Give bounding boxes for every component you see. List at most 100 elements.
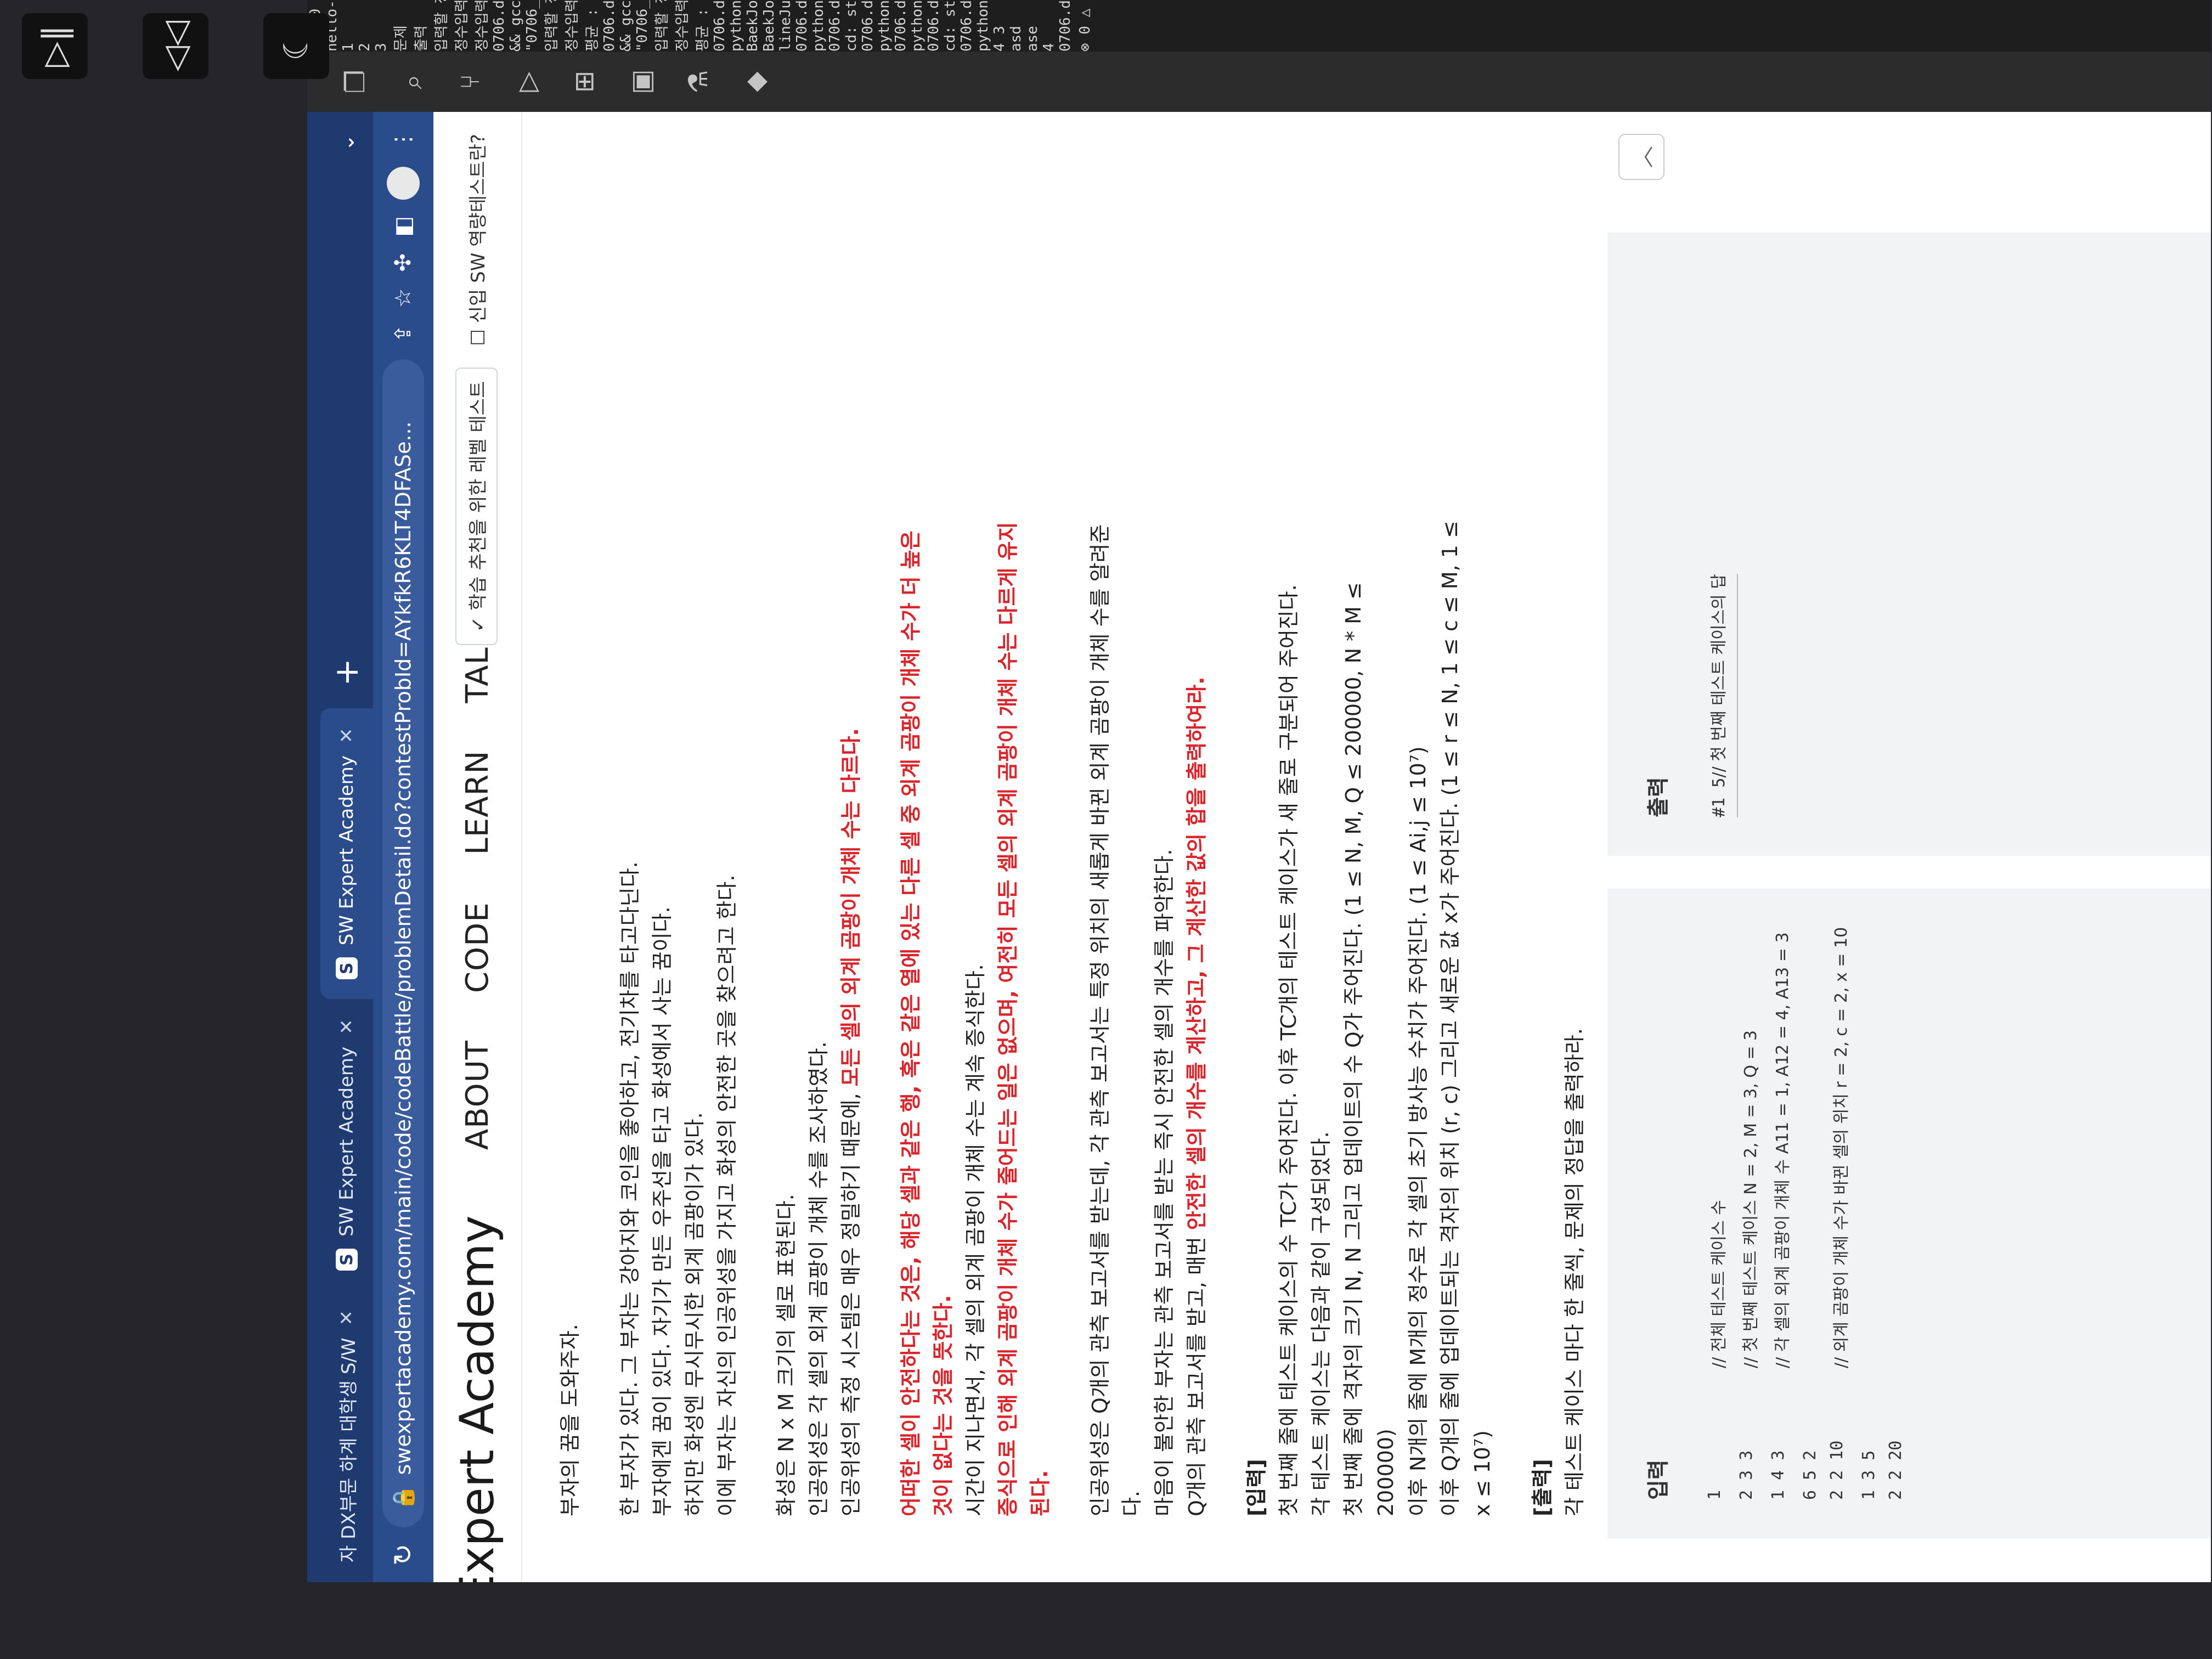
terminal-line: 0706.dSY xyxy=(827,0,843,52)
terminal-lines: C 070hello-p123문제출력입력할 정정수입력:정수입력:0706.d… xyxy=(307,0,1074,52)
sample-input-title: 입력 xyxy=(1646,1459,1671,1500)
close-icon[interactable]: ✕ xyxy=(336,728,358,744)
terminal-line: && gcc 07 xyxy=(618,0,634,52)
address-bar: ↻ 🔒 swexpertacademy.com/main/code/codeBa… xyxy=(373,112,433,1582)
sample-row: 1 // 전체 테스트 케이스 수 xyxy=(1705,927,1729,1500)
swea-logo-icon: S xyxy=(336,1248,358,1271)
sample-value: 1 3 5 xyxy=(1859,1450,1878,1500)
report-text: Q개의 관측 보고서를 받고, 매번 xyxy=(1184,1230,1209,1516)
tab-dx-summer[interactable]: 자 DX부문 하계 대학생 S/W ✕ xyxy=(320,1290,373,1582)
sample-comment: // 첫 번째 테스트 케이스의 답 xyxy=(1709,574,1729,778)
terminal-line: 0706.dSYM xyxy=(893,0,909,52)
tab-list-chevron-icon[interactable]: ⌄ xyxy=(320,112,373,173)
terminal-line: 0706.dSYM xyxy=(926,0,942,52)
terminal-line: 입력할 정 xyxy=(544,0,560,52)
terminal-line: cd: string n xyxy=(942,0,958,52)
checkbox-icon: ☐ xyxy=(467,323,489,346)
output-line: 각 테스트 케이스 마다 한 줄씩, 문제의 정답을 출력하라. xyxy=(1562,1028,1587,1516)
run-debug-icon[interactable]: ▷ xyxy=(512,72,543,92)
report-line: 마음이 불안한 부자는 관측 보고서를 받는 즉시 안전한 셀의 개수를 파악한… xyxy=(1152,849,1177,1516)
sample-value: 2 2 10 xyxy=(1827,1440,1847,1500)
reload-icon[interactable]: ↻ xyxy=(388,1544,419,1566)
testing-icon[interactable]: ⚗ xyxy=(683,70,714,93)
new-test-label: 신입 SW 역량테스트란? xyxy=(467,134,489,324)
tab-label: SW Expert Academy xyxy=(336,755,358,946)
source-control-icon[interactable]: ⑂ xyxy=(455,74,486,90)
sample-io: 입력 1 // 전체 테스트 케이스 수 2 3 3 // 첫 번째 테스트 케이스… xyxy=(1607,233,2211,1538)
setup-line: 인공위성은 각 셀의 외계 곰팡이 개체 수를 조사하였다. xyxy=(806,1041,831,1516)
nav-code[interactable]: CODE xyxy=(454,898,501,997)
close-icon[interactable]: ✕ xyxy=(336,1019,358,1035)
terminal-line: ase xyxy=(1024,26,1041,52)
scroll-top-chevron-icon[interactable]: ︿ xyxy=(1618,134,1664,180)
tab-sw-expert-1[interactable]: S SW Expert Academy ✕ xyxy=(320,999,373,1290)
input-line: 첫 번째 줄에 테스트 케이스의 수 TC가 주어진다. 이후 TC개의 테스트… xyxy=(1277,584,1301,1516)
level-test-button[interactable]: ✓ 학습 추천을 위한 레벨 테스트 xyxy=(455,368,498,646)
more-menu-icon[interactable]: ⋮ xyxy=(391,128,416,150)
terminal-line: "0706_3 xyxy=(524,0,540,52)
sample-row: #1 5// 첫 번째 테스트 케이스의 답 xyxy=(1705,574,1738,817)
terminal-line: 평균 : 3.00 xyxy=(695,0,711,52)
terminal-panel[interactable]: C 070hello-p123문제출력입력할 정정수입력:정수입력:0706.d… xyxy=(307,0,2211,52)
bookmark-star-icon[interactable]: ☆ xyxy=(391,288,416,308)
sample-row: 2 3 3 // 첫 번째 테스트 케이스 N = 2, M = 3, Q = 3 xyxy=(1737,927,1761,1500)
terminal-line: BaekJoonOn xyxy=(761,0,777,52)
input-line: 각 테스트 케이스는 다음과 같이 구성되었다. xyxy=(1308,1131,1333,1516)
moon-key-icon: ☾ xyxy=(263,13,329,79)
input-line: 첫 번째 줄에 격자의 크기 N, N 그리고 업데이트의 수 Q가 주어진다.… xyxy=(1341,582,1398,1516)
explorer-icon[interactable]: ❐ xyxy=(340,70,371,93)
terminal-line: python/test xyxy=(810,0,827,52)
problem-intro: 부자의 꿈을 도와주자. xyxy=(558,1324,582,1516)
tab-bar: 자 DX부문 하계 대학생 S/W ✕ S SW Expert Academy … xyxy=(307,112,373,1582)
sample-comment: // 각 셀의 외계 곰팡이 개체 수 A11 = 1, A12 = 4, A1… xyxy=(1773,932,1792,1368)
docker-icon[interactable]: ◆ xyxy=(740,72,771,92)
terminal-line: 0706.dSYM xyxy=(1057,0,1074,52)
terminal-line: 출력 xyxy=(413,25,430,52)
vscode-window: ❐ ⌕ ⑂ ▷ ⊞ ▣ ⚗ ◆ C 070hello-p123문제출력입력할 정… xyxy=(307,0,2211,112)
sample-value: #1 5 xyxy=(1709,777,1729,817)
sample-input-box: 입력 1 // 전체 테스트 케이스 수 2 3 3 // 첫 번째 테스트 케이스… xyxy=(1607,888,2211,1538)
extensions-puzzle-icon[interactable]: ✣ xyxy=(391,253,416,272)
terminal-line: && gcc 0 xyxy=(507,0,524,52)
terminal-line: 0706.dSY xyxy=(794,0,810,52)
terminal-line: 입력할 정수 xyxy=(654,0,670,52)
sample-row: 1 4 3 // 각 셀의 외계 곰팡이 개체 수 A11 = 1, A12 = … xyxy=(1769,927,1793,1500)
sample-row: 6 5 2 xyxy=(1801,927,1820,1500)
terminal-line: "0706_3 xyxy=(634,0,651,52)
avatar[interactable] xyxy=(387,167,420,200)
site-nav: ABOUT CODE LEARN TALK xyxy=(454,622,501,1155)
play-pause-key-icon: ▷‖ xyxy=(22,13,88,79)
terminal-line: 문제 xyxy=(393,25,409,52)
extensions-icon[interactable]: ⊞ xyxy=(569,71,600,93)
header-actions: ✓ 학습 추천을 위한 레벨 테스트 ☐ 신입 SW 역량테스트란? xyxy=(455,134,498,646)
terminal-line: lineJudge xyxy=(777,0,794,52)
terminal-line: 0706.dSY xyxy=(860,0,876,52)
share-icon[interactable]: ⇪ xyxy=(391,324,416,343)
close-icon[interactable]: ✕ xyxy=(336,1310,358,1326)
terminal-line: BaekJoonOn xyxy=(744,0,761,52)
remote-icon[interactable]: ▣ xyxy=(626,69,657,94)
sidepanel-icon[interactable]: ◧ xyxy=(391,216,416,237)
site-brand[interactable]: Expert Academy xyxy=(450,1154,505,1582)
output-heading: [출력] xyxy=(1530,1459,1555,1516)
nav-learn[interactable]: LEARN xyxy=(454,746,501,860)
sample-comment: // 전체 테스트 케이스 수 xyxy=(1709,1200,1729,1368)
site-header: Expert Academy ABOUT CODE LEARN TALK ✓ 학… xyxy=(433,112,522,1582)
input-line: 이후 Q개의 줄에 업데이트되는 격자의 위치 (r, c) 그리고 새로운 값… xyxy=(1438,521,1495,1516)
sample-comment: // 외계 곰팡이 개체 수가 바뀐 셀의 위치 r = 2, c = 2, x… xyxy=(1832,927,1851,1368)
nav-about[interactable]: ABOUT xyxy=(454,1036,501,1154)
setup-text: 인공위성의 측정 시스템은 매우 정밀하기 때문에, xyxy=(839,1086,864,1516)
sample-value: 1 4 3 xyxy=(1769,1450,1788,1500)
search-icon[interactable]: ⌕ xyxy=(397,75,428,89)
new-test-link[interactable]: ☐ 신입 SW 역량테스트란? xyxy=(463,134,490,346)
terminal-line: python/test xyxy=(876,0,893,52)
swea-logo-icon: S xyxy=(336,957,358,980)
setup-line: 인공위성의 측정 시스템은 매우 정밀하기 때문에, 모든 셀의 외계 곰팡이 … xyxy=(835,518,867,1516)
url-field[interactable]: 🔒 swexpertacademy.com/main/code/codeBatt… xyxy=(382,359,424,1527)
terminal-line: 3 xyxy=(373,43,390,52)
tab-sw-expert-2[interactable]: S SW Expert Academy ✕ xyxy=(320,708,373,1000)
new-tab-button[interactable]: + xyxy=(320,636,373,708)
terminal-line: asd xyxy=(1008,26,1024,52)
report-highlight: 안전한 셀의 개수를 계산하고, 그 계산한 값의 합을 출력하여라. xyxy=(1184,676,1209,1231)
input-heading: [입력] xyxy=(1244,1459,1269,1516)
